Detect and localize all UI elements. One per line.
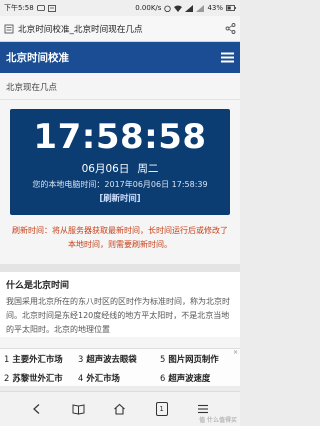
clock-panel: 17:58:58 06月06日 周二 您的本地电脑时间：2017年06月06日 1… bbox=[10, 109, 230, 215]
section-title: 什么是北京时间 bbox=[6, 281, 70, 291]
status-bar: 下午5:58 0.00K/s 43% bbox=[0, 0, 240, 16]
page-subtitle: 北京现在几点 bbox=[0, 73, 240, 100]
browser-nav-bar: 1 值 什么值得买 bbox=[0, 391, 240, 426]
ad-link[interactable]: 5 图片网页制作 bbox=[160, 353, 238, 365]
battery-percent: 43% bbox=[207, 4, 223, 12]
home-button[interactable] bbox=[107, 396, 133, 422]
ad-link[interactable]: 2 苏黎世外汇市 bbox=[0, 372, 78, 384]
ad-link[interactable]: 4 外汇市场 bbox=[78, 372, 160, 384]
tab-count: 1 bbox=[155, 402, 168, 416]
back-icon bbox=[32, 404, 40, 414]
ad-row: 2 苏黎世外汇市 4 外汇市场 6 超声波速度 bbox=[0, 368, 240, 387]
network-speed: 0.00K/s bbox=[135, 4, 162, 12]
refresh-note: 刷新时间：将从服务器获取最新时间，长时间运行后或修改了本地时间，则需要刷新时间。 bbox=[12, 226, 228, 249]
back-button[interactable] bbox=[24, 396, 50, 422]
clock-date-line: 06月06日 周二 bbox=[10, 161, 230, 176]
status-time: 下午5:58 bbox=[4, 4, 34, 12]
ad-link[interactable]: 6 超声波速度 bbox=[160, 372, 238, 384]
clock-time: 17:58:58 bbox=[33, 117, 207, 157]
tabs-button[interactable]: 1 bbox=[149, 396, 175, 422]
page-title-url[interactable]: 北京时间校准_北京时间现在几点 bbox=[18, 23, 221, 35]
message-notification-icon bbox=[47, 4, 56, 12]
ad-row: 1 主要外汇市场 3 超声波去眼袋 5 图片网页制作 bbox=[0, 349, 240, 368]
book-icon bbox=[72, 404, 85, 415]
home-icon bbox=[114, 403, 126, 415]
menu-lines-icon bbox=[198, 404, 209, 414]
clock-date: 06月06日 bbox=[81, 163, 130, 175]
alarm-icon bbox=[164, 5, 172, 12]
info-section: 什么是北京时间 我国采用北京所在的东八时区的区时作为标准时间，称为北京时间。北京… bbox=[0, 272, 240, 337]
section-body: 我国采用北京所在的东八时区的区时作为标准时间，称为北京时间。北京时间是东经120… bbox=[6, 297, 230, 334]
menu-icon[interactable] bbox=[221, 52, 234, 63]
signal-icon bbox=[185, 4, 194, 12]
site-header: 北京时间校准 bbox=[0, 42, 240, 73]
battery-icon bbox=[226, 5, 236, 11]
signal-icon-2 bbox=[196, 4, 205, 12]
page-info-icon[interactable] bbox=[4, 24, 14, 34]
ad-link[interactable]: 3 超声波去眼袋 bbox=[78, 353, 160, 365]
ad-link[interactable]: 1 主要外汇市场 bbox=[0, 353, 78, 365]
refresh-time-link[interactable]: [刷新时间] bbox=[10, 192, 230, 204]
ad-close-icon[interactable]: × bbox=[232, 349, 239, 356]
bookmarks-button[interactable] bbox=[65, 396, 91, 422]
page-content: 北京现在几点 17:58:58 06月06日 周二 您的本地电脑时间：2017年0… bbox=[0, 73, 240, 373]
section-divider bbox=[0, 264, 240, 272]
clock-weekday: 周二 bbox=[137, 163, 159, 175]
share-icon[interactable] bbox=[225, 23, 236, 34]
browser-address-bar[interactable]: 北京时间校准_北京时间现在几点 bbox=[0, 16, 240, 42]
chat-notification-icon bbox=[36, 4, 45, 12]
watermark: 值 什么值得买 bbox=[199, 417, 237, 424]
site-title[interactable]: 北京时间校准 bbox=[6, 50, 69, 65]
wifi-icon bbox=[174, 5, 183, 12]
local-computer-time: 您的本地电脑时间：2017年06月06日 17:58:39 bbox=[32, 180, 208, 189]
ad-bar: 1 主要外汇市场 3 超声波去眼袋 5 图片网页制作 2 苏黎世外汇市 4 外汇市场 6超… bbox=[0, 348, 240, 386]
